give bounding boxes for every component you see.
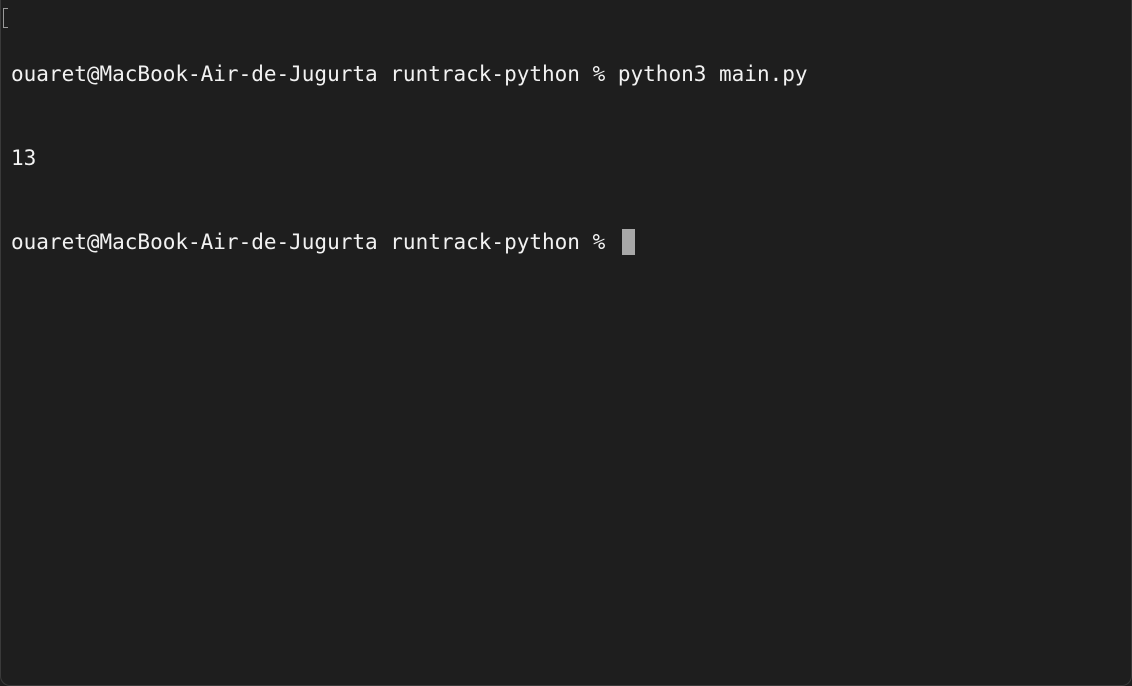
text-cursor bbox=[621, 229, 635, 255]
terminal-window[interactable]: ouaret@MacBook-Air-de-Jugurta runtrack-p… bbox=[0, 0, 1132, 686]
terminal-output[interactable]: ouaret@MacBook-Air-de-Jugurta runtrack-p… bbox=[1, 0, 1131, 685]
terminal-line-command: ouaret@MacBook-Air-de-Jugurta runtrack-p… bbox=[11, 62, 808, 86]
prompt-text: ouaret@MacBook-Air-de-Jugurta runtrack-p… bbox=[11, 230, 618, 254]
terminal-line-output: 13 bbox=[11, 146, 37, 170]
terminal-line-prompt[interactable]: ouaret@MacBook-Air-de-Jugurta runtrack-p… bbox=[11, 228, 1131, 256]
